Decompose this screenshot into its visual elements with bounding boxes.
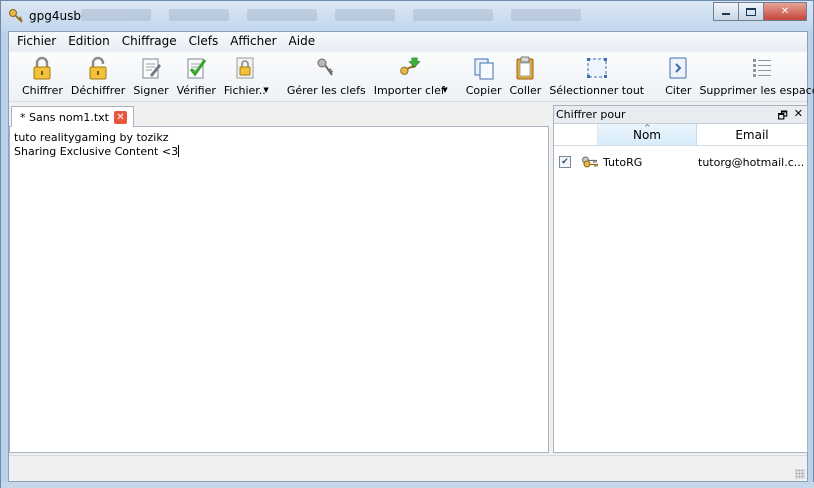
app-window: gpg4usb ✕ Fichier Edition Chiffrage Clef… — [0, 0, 814, 488]
select-all-label: Sélectionner tout — [549, 84, 645, 97]
window-title: gpg4usb — [29, 9, 81, 23]
panel-title-bar: Chiffrer pour 🗗 ✕ — [554, 106, 807, 124]
client-area: Fichier Edition Chiffrage Clefs Afficher… — [8, 31, 814, 482]
tab-close-icon[interactable]: ✕ — [113, 111, 127, 124]
sort-ascending-icon: ^ — [644, 123, 651, 132]
minimize-button[interactable] — [713, 2, 739, 21]
title-bar[interactable]: gpg4usb ✕ — [1, 1, 813, 31]
key-email: tutorg@hotmail.c... — [698, 155, 803, 169]
column-nom-header[interactable]: ^ Nom — [598, 123, 697, 145]
quote-icon — [666, 56, 690, 80]
maximize-button[interactable] — [738, 2, 764, 21]
import-key-label: Importer clef — [373, 84, 445, 97]
editor-line: tuto realitygaming by tozikz — [14, 131, 169, 144]
key-checkbox[interactable]: ✔ — [559, 156, 571, 168]
sign-button[interactable]: Signer — [129, 52, 172, 100]
sign-document-icon — [139, 56, 163, 80]
toolbar: Chiffrer Déchiffrer Signer Vérifier Fich… — [9, 52, 814, 102]
remove-spaces-icon — [750, 56, 774, 80]
lock-closed-icon — [30, 56, 54, 80]
column-email-label: Email — [735, 127, 769, 142]
paste-label: Coller — [509, 84, 542, 97]
sign-label: Signer — [133, 84, 169, 97]
window-controls: ✕ — [713, 2, 807, 21]
menu-bar: Fichier Edition Chiffrage Clefs Afficher… — [9, 32, 807, 51]
quote-label: Citer — [665, 84, 692, 97]
file-label: Fichier.. — [223, 84, 266, 97]
menu-aide[interactable]: Aide — [283, 32, 322, 51]
resize-grip[interactable] — [795, 469, 805, 479]
manage-keys-label: Gérer les clefs — [286, 84, 366, 97]
editor-area: * Sans nom1.txt ✕ tuto realitygaming by … — [9, 105, 549, 453]
menu-clefs[interactable]: Clefs — [183, 32, 225, 51]
menu-afficher[interactable]: Afficher — [224, 32, 282, 51]
select-all-icon — [585, 56, 609, 80]
manage-keys-button[interactable]: Gérer les clefs — [283, 52, 370, 100]
keys-icon — [314, 56, 338, 80]
tab-label: * Sans nom1.txt — [20, 111, 109, 124]
encrypt-for-panel: Chiffrer pour 🗗 ✕ ^ Nom Email ✔ TutoRG t… — [553, 105, 808, 453]
verify-label: Vérifier — [176, 84, 216, 97]
float-panel-icon[interactable]: 🗗 — [777, 107, 787, 126]
dropdown-arrow-icon: ▼ — [442, 86, 448, 94]
select-all-button[interactable]: Sélectionner tout — [545, 52, 648, 100]
import-key-icon — [397, 56, 421, 80]
tab-document[interactable]: * Sans nom1.txt ✕ — [11, 106, 134, 128]
encrypt-button[interactable]: Chiffrer — [18, 52, 67, 100]
copy-icon — [472, 56, 496, 80]
panel-title: Chiffrer pour — [556, 108, 626, 121]
key-pair-icon — [582, 156, 598, 168]
text-editor[interactable]: tuto realitygaming by tozikz Sharing Exc… — [9, 127, 549, 453]
close-button[interactable]: ✕ — [763, 2, 807, 21]
column-email-header[interactable]: Email — [697, 124, 807, 145]
remove-spaces-label: Supprimer les espaces — [699, 84, 814, 97]
editor-line-text: Sharing Exclusive Content <3 — [14, 145, 179, 158]
copy-button[interactable]: Copier — [462, 52, 506, 100]
tab-strip: * Sans nom1.txt ✕ — [9, 105, 549, 128]
menu-chiffrage[interactable]: Chiffrage — [116, 32, 183, 51]
editor-line: Sharing Exclusive Content <3 — [14, 145, 544, 159]
file-button[interactable]: Fichier.. ▼ — [220, 52, 270, 100]
background-taskbar-ghost — [81, 9, 701, 25]
decrypt-button[interactable]: Déchiffrer — [67, 52, 129, 100]
app-key-icon — [9, 9, 23, 23]
verify-check-icon — [184, 56, 208, 80]
dropdown-arrow-icon: ▼ — [263, 86, 269, 94]
text-caret — [178, 145, 180, 157]
lock-open-icon — [86, 56, 110, 80]
status-bar — [9, 455, 807, 481]
import-key-button[interactable]: Importer clef ▼ — [370, 52, 449, 100]
copy-label: Copier — [465, 84, 502, 97]
key-row[interactable]: ✔ TutoRG tutorg@hotmail.c... — [554, 152, 807, 172]
remove-spaces-button[interactable]: Supprimer les espaces — [695, 52, 814, 100]
menu-edition[interactable]: Edition — [62, 32, 116, 51]
key-name: TutoRG — [603, 155, 643, 169]
menu-fichier[interactable]: Fichier — [11, 32, 62, 51]
background-window-edge — [1, 482, 814, 488]
checkbox-column-header[interactable] — [554, 124, 598, 145]
file-lock-icon — [233, 56, 257, 80]
verify-button[interactable]: Vérifier — [173, 52, 220, 100]
decrypt-label: Déchiffrer — [70, 84, 126, 97]
quote-button[interactable]: Citer — [661, 52, 695, 100]
key-list-header: ^ Nom Email — [554, 123, 807, 146]
paste-clipboard-icon — [513, 56, 537, 80]
encrypt-label: Chiffrer — [22, 84, 63, 97]
paste-button[interactable]: Coller — [506, 52, 546, 100]
close-panel-icon[interactable]: ✕ — [794, 107, 803, 126]
